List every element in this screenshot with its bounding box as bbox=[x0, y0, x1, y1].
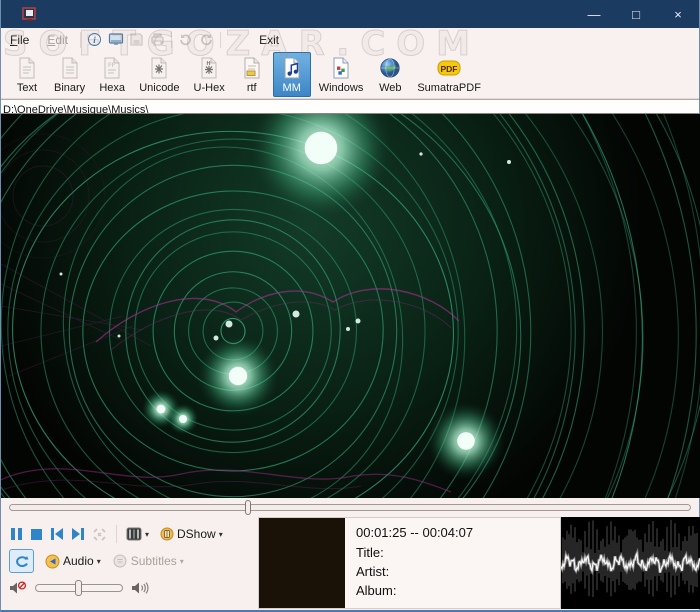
info-icon[interactable]: i bbox=[86, 31, 103, 48]
toolbar-button-uhex[interactable]: H U-Hex bbox=[188, 52, 231, 97]
hexa-document-icon: FF bbox=[99, 55, 125, 81]
subtitles-icon bbox=[112, 554, 128, 568]
mm-music-document-icon bbox=[279, 55, 305, 81]
print-icon bbox=[149, 31, 166, 48]
video-renderer-dropdown[interactable]: ▾ bbox=[126, 527, 149, 541]
menu-exit[interactable]: Exit bbox=[250, 30, 288, 50]
repeat-toggle-button[interactable] bbox=[9, 549, 34, 573]
audio-dropdown[interactable]: Audio ▾ bbox=[45, 554, 101, 569]
stop-button[interactable] bbox=[30, 528, 43, 541]
album-art-placeholder bbox=[259, 518, 345, 608]
repeat-icon bbox=[14, 554, 30, 569]
seek-slider[interactable] bbox=[9, 504, 691, 511]
toolbar-button-unicode[interactable]: Unicode bbox=[133, 52, 185, 97]
previous-button[interactable] bbox=[50, 527, 64, 541]
volume-row bbox=[9, 581, 150, 595]
chevron-down-icon: ▾ bbox=[219, 530, 223, 539]
seek-row bbox=[1, 498, 699, 517]
media-info-panel: 00:01:25 -- 00:04:07 Title: Artist: Albu… bbox=[258, 517, 561, 609]
mute-icon[interactable] bbox=[9, 581, 27, 595]
toolbar-button-label: Hexa bbox=[99, 82, 125, 94]
volume-slider[interactable] bbox=[35, 584, 123, 592]
toolbar-button-sumatrapdf[interactable]: PDF SumatraPDF bbox=[411, 52, 487, 97]
windows-document-icon bbox=[328, 55, 354, 81]
speaker-icon[interactable] bbox=[131, 581, 150, 595]
subtitles-label: Subtitles bbox=[131, 554, 177, 568]
dshow-filter-icon bbox=[160, 527, 174, 541]
menu-file[interactable]: File bbox=[1, 30, 38, 50]
title-bar: — □ × bbox=[1, 0, 699, 28]
toolbar-button-label: U-Hex bbox=[194, 82, 225, 94]
album-label: Album: bbox=[356, 581, 473, 600]
audio-track-icon bbox=[45, 554, 60, 569]
address-bar bbox=[1, 99, 699, 114]
dshow-label: DShow bbox=[177, 527, 216, 541]
toolbar-button-hexa[interactable]: FF Hexa bbox=[93, 52, 131, 97]
menu-separator bbox=[80, 32, 81, 48]
window-controls: — □ × bbox=[573, 0, 699, 28]
transport-row: ▾ DShow ▾ bbox=[10, 525, 223, 543]
text-document-icon bbox=[14, 55, 40, 81]
separator bbox=[116, 525, 117, 543]
toolbar-button-label: Binary bbox=[54, 82, 85, 94]
toolbar-button-label: rtf bbox=[247, 82, 257, 94]
video-visualization-area[interactable] bbox=[1, 114, 700, 498]
binary-document-icon bbox=[57, 55, 83, 81]
toolbar-button-windows[interactable]: Windows bbox=[313, 52, 370, 97]
volume-thumb[interactable] bbox=[75, 580, 82, 596]
waveform-display bbox=[561, 517, 700, 609]
menu-edit: Edit bbox=[38, 30, 77, 50]
sumatrapdf-icon: PDF bbox=[436, 55, 462, 81]
rtf-document-icon bbox=[239, 55, 265, 81]
uhex-document-icon: H bbox=[196, 55, 222, 81]
subtitles-dropdown: Subtitles ▾ bbox=[112, 554, 184, 568]
title-label: Title: bbox=[356, 543, 473, 562]
toolbar-button-label: Windows bbox=[319, 82, 364, 94]
toolbar-button-binary[interactable]: Binary bbox=[48, 52, 91, 97]
media-metadata: 00:01:25 -- 00:04:07 Title: Artist: Albu… bbox=[345, 518, 473, 608]
app-icon[interactable] bbox=[22, 7, 37, 22]
toolbar-button-web[interactable]: Web bbox=[371, 52, 409, 97]
menu-separator bbox=[171, 32, 172, 48]
menu-bar: File Edit i bbox=[1, 28, 699, 51]
svg-text:PDF: PDF bbox=[441, 64, 458, 74]
save-icon bbox=[128, 31, 145, 48]
monitor-icon[interactable] bbox=[107, 31, 124, 48]
mode-toolbar: Text Binary FF Hexa Unicode H U-Hex bbox=[1, 51, 699, 99]
stream-options-row: Audio ▾ Subtitles ▾ bbox=[9, 549, 184, 573]
next-button[interactable] bbox=[71, 527, 85, 541]
toolbar-button-label: MM bbox=[283, 82, 301, 94]
dshow-dropdown[interactable]: DShow ▾ bbox=[160, 527, 223, 541]
toolbar-button-label: Web bbox=[379, 82, 401, 94]
toolbar-button-label: Text bbox=[17, 82, 37, 94]
minimize-button[interactable]: — bbox=[573, 0, 615, 28]
toolbar-button-mm[interactable]: MM bbox=[273, 52, 311, 97]
player-controls: ▾ DShow ▾ Audio ▾ Subtitle bbox=[1, 517, 699, 610]
seek-thumb[interactable] bbox=[245, 500, 251, 515]
chevron-down-icon: ▾ bbox=[180, 557, 184, 566]
redo-icon bbox=[198, 31, 215, 48]
toolbar-button-rtf[interactable]: rtf bbox=[233, 52, 271, 97]
undo-icon bbox=[177, 31, 194, 48]
close-button[interactable]: × bbox=[657, 0, 699, 28]
toolbar-button-label: SumatraPDF bbox=[417, 82, 481, 94]
svg-text:FF: FF bbox=[108, 63, 116, 69]
filmstrip-icon bbox=[126, 527, 142, 541]
toolbar-button-label: Unicode bbox=[139, 82, 179, 94]
artist-label: Artist: bbox=[356, 562, 473, 581]
chevron-down-icon: ▾ bbox=[145, 530, 149, 539]
chevron-down-icon: ▾ bbox=[97, 557, 101, 566]
toolbar-button-text[interactable]: Text bbox=[8, 52, 46, 97]
menu-separator bbox=[220, 32, 221, 48]
audio-label: Audio bbox=[63, 554, 94, 568]
unicode-document-icon bbox=[146, 55, 172, 81]
app-window: SOFTGOZAR.COM — □ × File Edit i bbox=[0, 0, 700, 612]
maximize-button[interactable]: □ bbox=[615, 0, 657, 28]
fullscreen-button bbox=[92, 527, 107, 542]
time-display: 00:01:25 -- 00:04:07 bbox=[356, 525, 473, 540]
web-globe-icon bbox=[377, 55, 403, 81]
pause-button[interactable] bbox=[10, 527, 23, 541]
